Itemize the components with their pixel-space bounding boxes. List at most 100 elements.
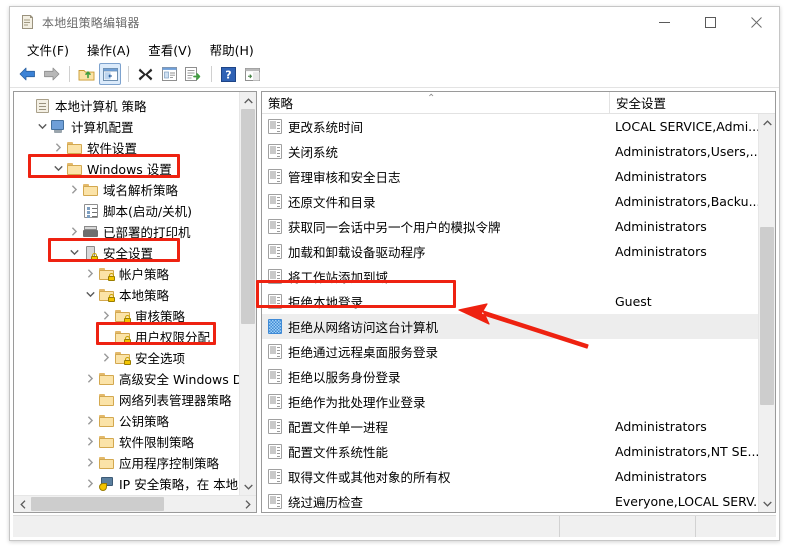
tree-hscroll-track[interactable] xyxy=(31,496,239,512)
status-segment-1 xyxy=(13,516,560,537)
folder-icon xyxy=(66,141,83,154)
show-pane-icon[interactable] xyxy=(241,63,263,85)
chevron-right-icon[interactable] xyxy=(50,143,66,152)
table-row[interactable]: 获取同一会话中另一个用户的模拟令牌 Administrators xyxy=(262,214,758,239)
tree-item[interactable]: 本地策略 xyxy=(14,284,239,305)
chevron-right-icon[interactable] xyxy=(98,353,114,362)
tree-item[interactable]: 高级审核策略配置 xyxy=(14,494,239,495)
tree-item[interactable]: 用户权限分配 xyxy=(14,326,239,347)
chevron-right-icon[interactable] xyxy=(82,416,98,425)
policy-name-label: 绕过遍历检查 xyxy=(288,495,364,510)
tree-item[interactable]: 公钥策略 xyxy=(14,410,239,431)
tree-item[interactable]: 高级安全 Windows D xyxy=(14,368,239,389)
chevron-down-icon[interactable] xyxy=(50,165,66,172)
menu-view[interactable]: 查看(V) xyxy=(139,38,200,61)
delete-x-icon[interactable] xyxy=(134,63,156,85)
export-list-icon[interactable] xyxy=(182,63,204,85)
back-arrow-icon[interactable] xyxy=(16,63,38,85)
table-row[interactable]: 拒绝从网络访问这台计算机 xyxy=(262,314,758,339)
table-row[interactable]: 拒绝作为批处理作业登录 xyxy=(262,389,758,414)
chevron-right-icon[interactable] xyxy=(66,227,82,236)
tree-horizontal-scrollbar[interactable] xyxy=(14,495,256,512)
tree-item[interactable]: 帐户策略 xyxy=(14,263,239,284)
scroll-right-icon[interactable] xyxy=(239,496,256,512)
chevron-right-icon[interactable] xyxy=(82,458,98,467)
policy-list[interactable]: 更改系统时间 LOCAL SERVICE,Admi... 关闭系统 Administr… xyxy=(262,114,758,512)
script-icon xyxy=(82,203,99,218)
tree-item[interactable]: IP 安全策略，在 本地 xyxy=(14,473,239,494)
security-setting-cell: Administrators xyxy=(615,169,707,184)
properties-icon[interactable] xyxy=(158,63,180,85)
policy-name-cell: 管理审核和安全日志 xyxy=(262,167,609,186)
tree-item-label: 审核策略 xyxy=(135,309,186,324)
tree-hscroll-thumb[interactable] xyxy=(31,497,164,511)
tree-item[interactable]: 网络列表管理器策略 xyxy=(14,389,239,410)
forward-arrow-icon[interactable] xyxy=(40,63,62,85)
show-hide-tree-icon[interactable] xyxy=(99,63,121,85)
table-row[interactable]: 配置文件系统性能 Administrators,NT SE... xyxy=(262,439,758,464)
tree-item-label: 高级安全 Windows D xyxy=(119,372,239,387)
menu-action[interactable]: 操作(A) xyxy=(78,38,139,61)
chevron-right-icon[interactable] xyxy=(98,311,114,320)
tree-item[interactable]: 安全选项 xyxy=(14,347,239,368)
chevron-right-icon[interactable] xyxy=(82,437,98,446)
policy-document-icon xyxy=(19,14,35,30)
maximize-button[interactable] xyxy=(687,7,733,37)
table-row[interactable]: 拒绝本地登录 Guest xyxy=(262,289,758,314)
close-button[interactable] xyxy=(733,7,779,37)
table-row[interactable]: 拒绝以服务身份登录 xyxy=(262,364,758,389)
list-scroll-thumb[interactable] xyxy=(760,227,774,405)
table-row[interactable]: 还原文件和目录 Administrators,Backu... xyxy=(262,189,758,214)
tree-item[interactable]: 应用程序控制策略 xyxy=(14,452,239,473)
scroll-left-icon[interactable] xyxy=(14,496,31,512)
chevron-right-icon[interactable] xyxy=(66,185,82,194)
tree-item[interactable]: 软件设置 xyxy=(14,137,239,158)
policy-tree[interactable]: 本地计算机 策略 计算机配置 软件设置 Windows 设置 域名解析策略 脚本(启动/关… xyxy=(14,92,239,495)
scroll-down-icon[interactable] xyxy=(759,495,775,512)
chevron-right-icon[interactable] xyxy=(82,269,98,278)
scroll-up-icon[interactable] xyxy=(759,114,775,131)
tree-item[interactable]: 本地计算机 策略 xyxy=(14,95,239,116)
tree-item[interactable]: 软件限制策略 xyxy=(14,431,239,452)
tree-item[interactable]: 脚本(启动/关机) xyxy=(14,200,239,221)
table-row[interactable]: 加载和卸载设备驱动程序 Administrators xyxy=(262,239,758,264)
policy-setting-icon xyxy=(268,244,282,259)
table-row[interactable]: 将工作站添加到域 xyxy=(262,264,758,289)
tree-scroll-thumb[interactable] xyxy=(241,109,255,324)
tree-item[interactable]: 已部署的打印机 xyxy=(14,221,239,242)
table-row[interactable]: 配置文件单一进程 Administrators xyxy=(262,414,758,439)
table-row[interactable]: 管理审核和安全日志 Administrators xyxy=(262,164,758,189)
column-header-security-setting[interactable]: 安全设置 xyxy=(609,92,775,113)
list-scroll-track[interactable] xyxy=(759,131,775,495)
chevron-down-icon[interactable] xyxy=(34,123,50,130)
menu-file[interactable]: 文件(F) xyxy=(18,38,78,61)
column-header-policy[interactable]: 策略 ⌃ xyxy=(262,92,609,113)
list-vertical-scrollbar[interactable] xyxy=(758,114,775,512)
table-row[interactable]: 拒绝通过远程桌面服务登录 xyxy=(262,339,758,364)
table-row[interactable]: 关闭系统 Administrators,Users,... xyxy=(262,139,758,164)
tree-item[interactable]: 安全设置 xyxy=(14,242,239,263)
chevron-down-icon[interactable] xyxy=(82,291,98,298)
policy-name-label: 关闭系统 xyxy=(288,145,339,160)
table-row[interactable]: 绕过遍历检查 Everyone,LOCAL SERV... xyxy=(262,489,758,512)
chevron-right-icon[interactable] xyxy=(82,479,98,488)
policy-setting-icon xyxy=(268,394,282,409)
tree-scroll-track[interactable] xyxy=(240,109,256,478)
tree-vertical-scrollbar[interactable] xyxy=(239,92,256,495)
tree-item[interactable]: 域名解析策略 xyxy=(14,179,239,200)
chevron-down-icon[interactable] xyxy=(66,249,82,256)
up-folder-icon[interactable] xyxy=(75,63,97,85)
chevron-right-icon[interactable] xyxy=(82,374,98,383)
policy-name-cell: 拒绝本地登录 xyxy=(262,292,609,311)
scroll-down-icon[interactable] xyxy=(240,478,256,495)
help-question-icon[interactable]: ? xyxy=(217,63,239,85)
table-row[interactable]: 取得文件或其他对象的所有权 Administrators xyxy=(262,464,758,489)
tree-item[interactable]: 计算机配置 xyxy=(14,116,239,137)
tree-item[interactable]: 审核策略 xyxy=(14,305,239,326)
minimize-button[interactable] xyxy=(641,7,687,37)
tree-item[interactable]: Windows 设置 xyxy=(14,158,239,179)
security-setting-cell: LOCAL SERVICE,Admi... xyxy=(615,119,758,134)
scroll-up-icon[interactable] xyxy=(240,92,256,109)
menu-help[interactable]: 帮助(H) xyxy=(201,38,263,61)
table-row[interactable]: 更改系统时间 LOCAL SERVICE,Admi... xyxy=(262,114,758,139)
